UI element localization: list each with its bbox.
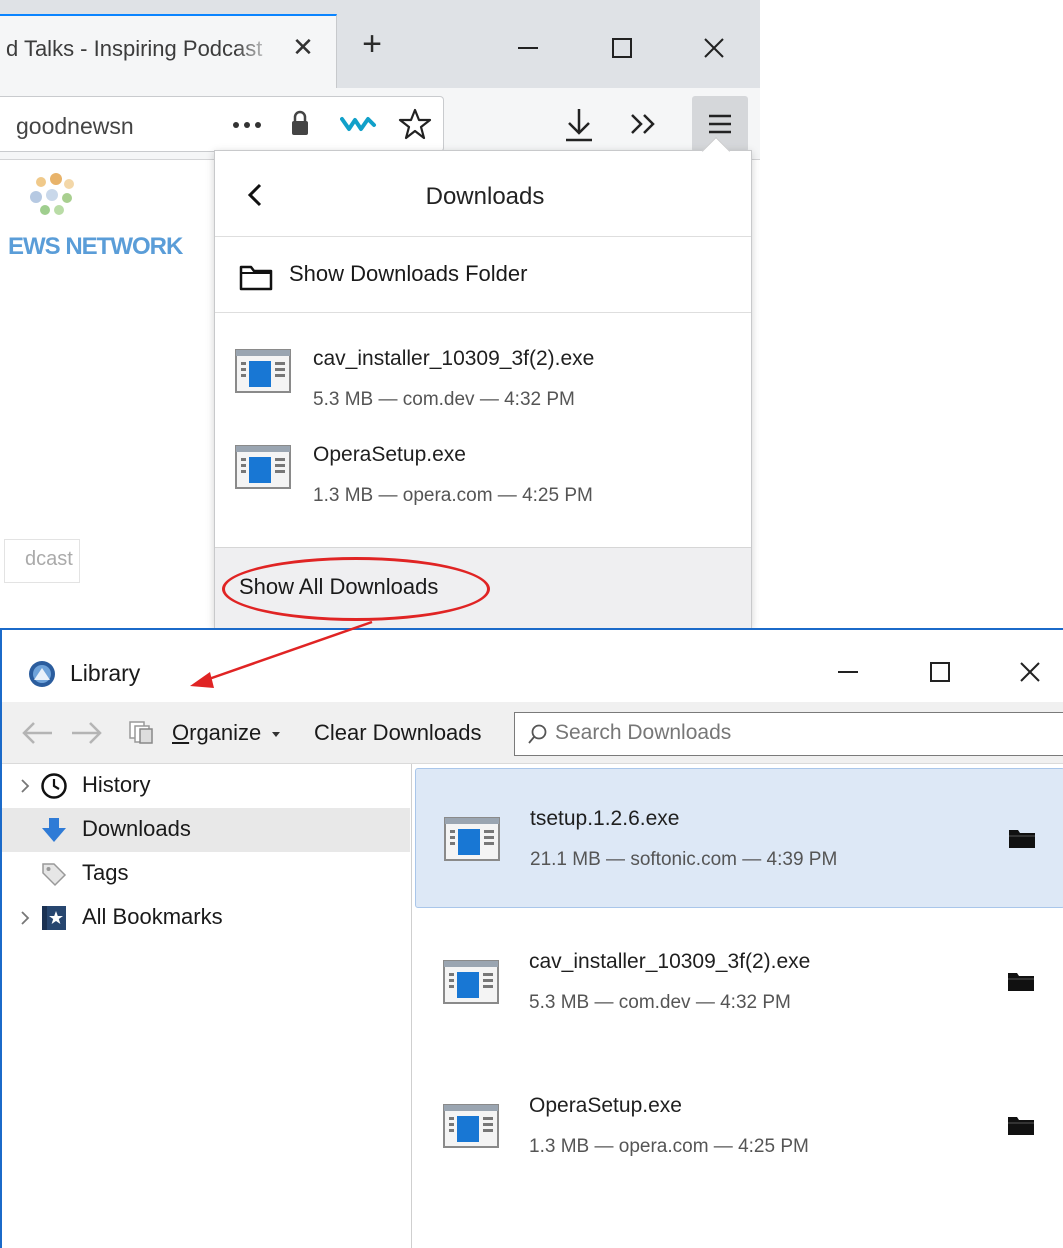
panel-header: Downloads [215,151,751,237]
open-folder-icon[interactable] [1008,827,1036,849]
download-meta: 1.3 MB — opera.com — 4:25 PM [313,485,593,506]
library-titlebar: Library [2,630,1063,702]
hamburger-icon [709,114,731,134]
organize-mnemonic: O [172,720,190,745]
sidebar-item-label: Tags [82,860,129,885]
browser-window: d Talks - Inspiring Podcast ✕ + goodnews… [0,0,760,628]
page-content: EWS NETWORK dcast [0,161,215,628]
download-name: OperaSetup.exe [313,443,466,466]
library-maximize-icon[interactable] [920,652,960,692]
back-arrow-icon[interactable] [20,720,54,746]
download-name: OperaSetup.exe [529,1094,682,1117]
open-folder-icon[interactable] [1007,970,1035,992]
sidebar-item-label: History [82,772,151,797]
search-icon [528,724,547,744]
library-close-icon[interactable] [1010,652,1050,692]
url-text: goodnewsn [16,113,134,139]
sidebar-item-all-bookmarks[interactable]: All Bookmarks [2,896,410,940]
organize-icon [129,721,153,744]
downloads-list: tsetup.1.2.6.exe 21.1 MB — softonic.com … [413,764,1063,1248]
expand-chevron-icon[interactable] [18,776,32,796]
page-actions-icon[interactable] [230,117,264,133]
open-folder-icon[interactable] [1007,1114,1035,1136]
minimize-icon[interactable] [508,28,548,68]
sidebar-item-history[interactable]: History [2,764,410,808]
organize-label: Organize [172,720,261,746]
forward-arrow-icon[interactable] [70,720,104,746]
active-tab[interactable]: d Talks - Inspiring Podcast ✕ [0,14,337,88]
show-downloads-folder-button[interactable]: Show Downloads Folder [215,237,751,313]
panel-download-item[interactable]: cav_installer_10309_3f(2).exe 5.3 MB — c… [215,327,751,423]
search-field[interactable] [514,712,1063,756]
tab-title: d Talks - Inspiring Podcast [6,36,263,61]
annotation-ellipse [222,557,490,621]
organize-label-rest: rganize [189,720,262,745]
executable-file-icon [443,1104,499,1148]
download-row[interactable]: tsetup.1.2.6.exe 21.1 MB — softonic.com … [415,768,1063,908]
executable-file-icon [235,349,291,393]
library-title: Library [70,660,141,686]
library-toolbar: Organize Clear Downloads [2,702,1063,764]
library-sidebar: History Downloads Tags All Bookmarks [2,764,412,1248]
sidebar-item-downloads[interactable]: Downloads [2,808,410,852]
download-arrow-icon [42,818,66,842]
download-name: cav_installer_10309_3f(2).exe [313,347,595,370]
url-bar[interactable]: goodnewsn [0,96,444,152]
overflow-chevron-icon[interactable] [626,110,660,138]
download-name: tsetup.1.2.6.exe [530,807,680,830]
search-input[interactable] [555,721,1055,745]
executable-file-icon [444,817,500,861]
extension-icon[interactable] [340,113,378,133]
folder-icon [239,265,273,291]
panel-title: Downloads [425,183,545,210]
panel-download-item[interactable]: OperaSetup.exe 1.3 MB — opera.com — 4:25… [215,423,751,519]
download-meta: 1.3 MB — opera.com — 4:25 PM [529,1136,809,1157]
tab-strip: d Talks - Inspiring Podcast ✕ + [0,0,760,88]
close-icon[interactable] [694,28,734,68]
sidebar-item-tags[interactable]: Tags [2,852,410,896]
download-meta: 5.3 MB — com.dev — 4:32 PM [313,389,575,410]
download-icon[interactable] [562,106,596,144]
maximize-icon[interactable] [602,28,642,68]
download-row[interactable]: OperaSetup.exe 1.3 MB — opera.com — 4:25… [415,1056,1063,1196]
lock-icon[interactable] [290,109,310,137]
executable-file-icon [443,960,499,1004]
download-meta: 21.1 MB — softonic.com — 4:39 PM [530,849,838,870]
sidebar-item-label: Downloads [82,816,191,841]
show-downloads-folder-label: Show Downloads Folder [289,261,528,286]
expand-chevron-icon[interactable] [18,908,32,928]
executable-file-icon [235,445,291,489]
sidebar-item-label: All Bookmarks [82,904,223,929]
download-row[interactable]: cav_installer_10309_3f(2).exe 5.3 MB — c… [415,912,1063,1052]
clear-downloads-button[interactable]: Clear Downloads [314,720,482,746]
library-minimize-icon[interactable] [828,652,868,692]
tag-icon [42,863,67,887]
star-icon[interactable] [398,107,432,141]
clock-icon [41,773,67,799]
download-name: cav_installer_10309_3f(2).exe [529,950,811,973]
dropdown-caret-icon [272,732,280,737]
download-meta: 5.3 MB — com.dev — 4:32 PM [529,992,791,1013]
bookmarks-icon [42,906,66,930]
site-logo-text: EWS NETWORK [8,233,183,260]
tab-close-icon[interactable]: ✕ [286,30,320,64]
page-tag: dcast [4,539,80,583]
library-window: Library Organize Clear Downloads History… [0,628,1063,1248]
new-tab-button[interactable]: + [352,24,392,64]
library-app-icon [29,661,55,687]
downloads-panel: Downloads Show Downloads Folder cav_inst… [214,150,752,628]
